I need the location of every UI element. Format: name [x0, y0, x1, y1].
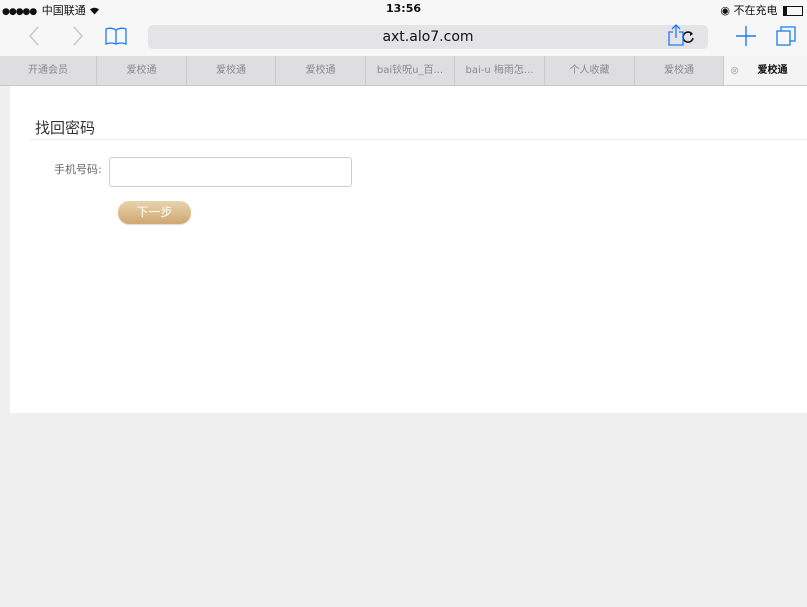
tab-item[interactable]: 爱校通 — [186, 56, 275, 85]
tab-label: bai-u 梅雨怎... — [465, 65, 534, 76]
tab-label: 爱校通 — [664, 65, 694, 76]
title-divider — [30, 139, 807, 140]
tab-label: 爱校通 — [126, 65, 157, 76]
tab-item[interactable]: 爱校通 — [634, 56, 723, 85]
close-tab-icon[interactable]: ⊗ — [730, 56, 739, 85]
browser-toolbar: axt.alo7.com — [0, 18, 807, 56]
tabs-overview-icon[interactable] — [773, 22, 799, 50]
back-icon[interactable] — [22, 22, 46, 50]
orientation-lock-icon: ◉ — [720, 4, 730, 17]
tab-bar: 开通会员 爱校通 爱校通 爱校通 bai钬呪u_百... bai-u 梅雨怎..… — [0, 56, 807, 86]
forward-icon[interactable] — [66, 22, 90, 50]
tab-item[interactable]: bai-u 梅雨怎... — [454, 56, 544, 85]
tab-label: 爱校通 — [757, 65, 788, 76]
page-content: 找回密码 手机号码: 下一步 — [10, 86, 807, 413]
address-text: axt.alo7.com — [382, 29, 474, 45]
tab-label: 爱校通 — [216, 65, 246, 76]
tab-label: 爱校通 — [305, 65, 336, 76]
battery-icon — [783, 6, 803, 16]
status-right: ◉ 不在充电 — [720, 2, 803, 18]
tab-item[interactable]: bai钬呪u_百... — [365, 56, 454, 85]
tab-item-active[interactable]: ⊗ 爱校通 — [723, 56, 807, 85]
tab-label: bai钬呪u_百... — [376, 65, 444, 76]
battery-status-text: 不在充电 — [733, 4, 778, 17]
address-bar[interactable]: axt.alo7.com — [148, 25, 708, 49]
tab-item[interactable]: 个人收藏 — [544, 56, 634, 85]
tab-label: 个人收藏 — [569, 65, 610, 76]
tab-label: 开通会员 — [28, 65, 68, 76]
tab-item[interactable]: 爱校通 — [96, 56, 186, 85]
status-bar: ●●●●● 中国联通 13:56 ◉ 不在充电 — [0, 0, 807, 18]
share-icon[interactable] — [664, 22, 688, 50]
phone-number-input[interactable] — [109, 157, 352, 187]
tab-item[interactable]: 爱校通 — [275, 56, 365, 85]
status-time: 13:56 — [385, 2, 421, 15]
page-title: 找回密码 — [35, 119, 96, 137]
phone-label: 手机号码: — [54, 163, 102, 176]
next-step-button[interactable]: 下一步 — [118, 201, 191, 224]
new-tab-icon[interactable] — [734, 22, 758, 50]
tab-item[interactable]: 开通会员 — [0, 56, 96, 85]
bookmarks-icon[interactable] — [102, 22, 130, 50]
